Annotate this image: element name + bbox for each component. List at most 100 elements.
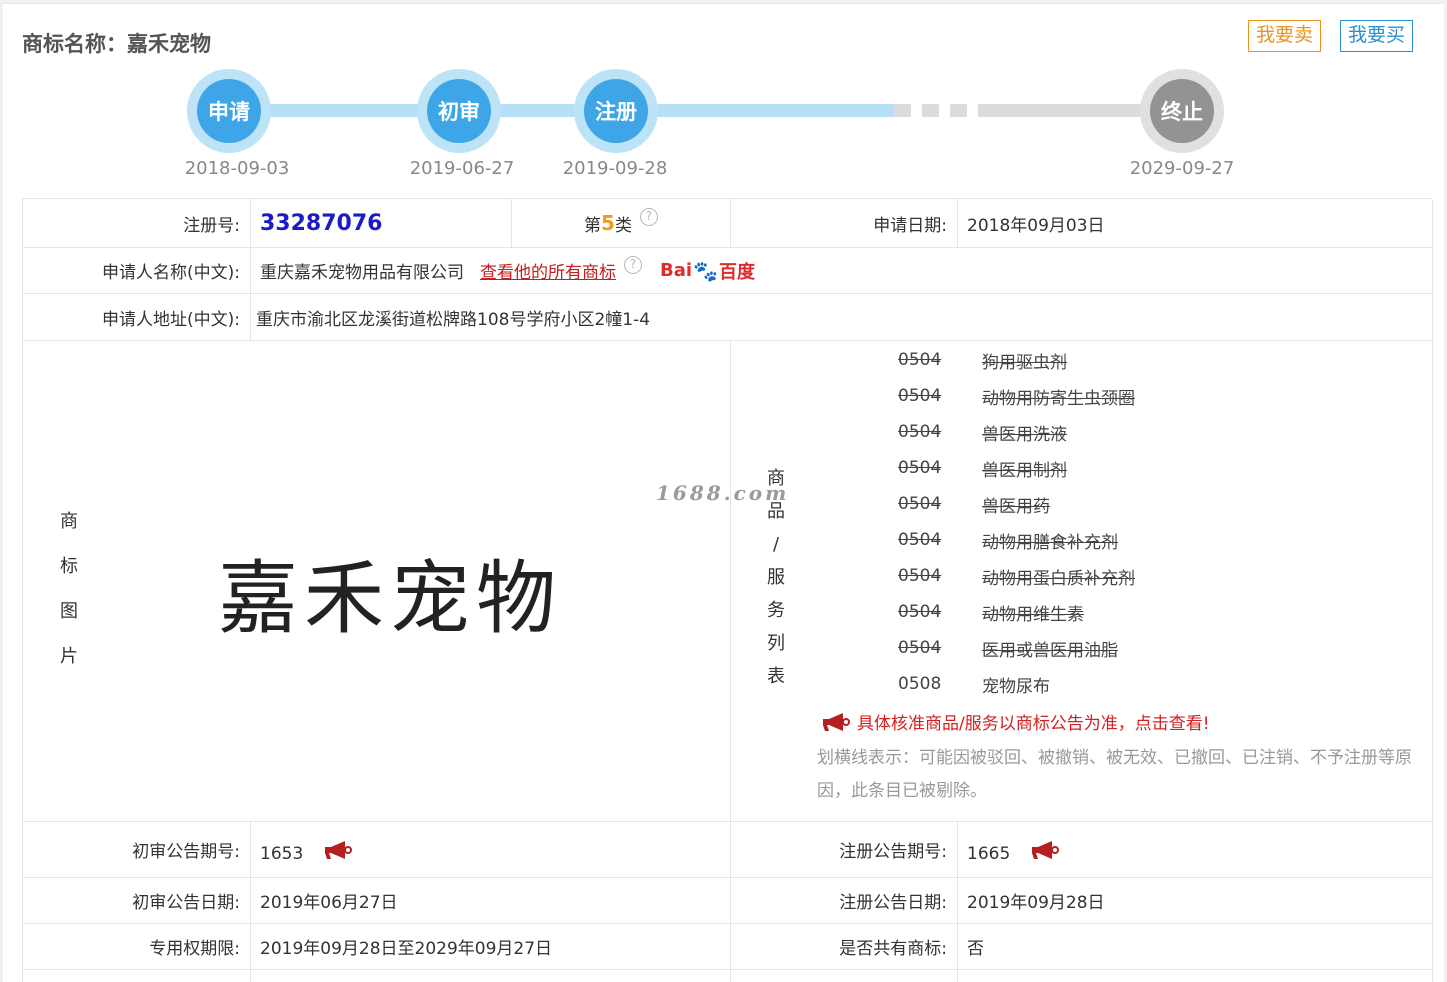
applicant-cell: 重庆嘉禾宠物用品有限公司 查看他的所有商标 ? Bai 🐾 百度 <box>251 248 1433 294</box>
list-item: 0504 狗用驱虫剂 <box>898 342 1135 378</box>
reg-no-cell: 33287076 <box>251 199 512 248</box>
goods-code: 0504 <box>898 422 942 442</box>
list-item: 0504 兽医用制剂 <box>898 450 1135 486</box>
trademark-info-table: 注册号: 33287076 第 5 类? 申请日期: 2018年09月03日 申请人… <box>22 198 1433 982</box>
goods-name: 动物用维生素 <box>982 604 1084 625</box>
goods-name: 兽医用药 <box>982 496 1050 517</box>
buy-button[interactable]: 我要买 <box>1340 20 1414 52</box>
class-number: 5 <box>601 211 615 235</box>
shared-value: 否 <box>958 924 1433 970</box>
timeline-dash <box>894 104 911 117</box>
table-row-partial <box>958 970 1433 982</box>
goods-section-label: 商 品 / 服 务 列 表 <box>766 462 786 693</box>
goods-label-char: 列 <box>767 633 785 654</box>
list-item: 0504 动物用膳食补充剂 <box>898 522 1135 558</box>
list-item: 0504 医用或兽医用油脂 <box>898 630 1135 666</box>
timeline-node-label: 初审 <box>427 79 491 143</box>
prelim-no-value: 1653 <box>260 843 304 864</box>
class-cell: 第 5 类? <box>512 199 731 248</box>
goods-code: 0504 <box>898 638 942 658</box>
list-item: 0504 动物用防寄生虫颈圈 <box>898 378 1135 414</box>
timeline-date-apply: 2018-09-03 <box>184 158 290 179</box>
list-item: 0504 兽医用洗液 <box>898 414 1135 450</box>
apply-date-label: 申请日期: <box>731 199 958 248</box>
reg-ann-no-label: 注册公告期号: <box>731 822 958 878</box>
goods-list: 0504 狗用驱虫剂 0504 动物用防寄生虫颈圈 0504 兽医用洗液 0504 兽医… <box>898 342 1135 702</box>
goods-code: 0504 <box>898 566 942 586</box>
megaphone-icon <box>823 712 850 731</box>
list-item: 0504 动物用维生素 <box>898 594 1135 630</box>
address-value: 重庆市渝北区龙溪街道松牌路108号学府小区2幢1-4 <box>251 294 1433 341</box>
goods-name: 兽医用洗液 <box>982 424 1067 445</box>
image-label-char: 商 <box>60 511 78 532</box>
excl-period-label: 专用权期限: <box>23 924 251 970</box>
strike-note: 划横线表示：可能因被驳回、被撤销、被无效、已撤回、已注销、不予注册等原因，此条目… <box>817 748 1412 801</box>
trademark-logo-image: 嘉禾宠物 <box>218 552 562 645</box>
prelim-no-label: 初审公告期号: <box>23 822 251 878</box>
goods-code: 0504 <box>898 494 942 514</box>
help-icon[interactable]: ? <box>624 255 642 274</box>
goods-code: 0504 <box>898 530 942 550</box>
timeline-node-label: 申请 <box>197 79 261 143</box>
prelim-date-value: 2019年06月27日 <box>251 878 731 924</box>
goods-name: 动物用防寄生虫颈圈 <box>982 388 1135 409</box>
goods-name: 医用或兽医用油脂 <box>982 640 1118 661</box>
reg-ann-no-value: 1665 <box>967 843 1011 864</box>
goods-name: 动物用膳食补充剂 <box>982 532 1118 553</box>
page-title: 商标名称：嘉禾宠物 <box>22 32 211 56</box>
goods-name: 宠物尿布 <box>982 676 1050 697</box>
goods-label-char: 表 <box>767 666 785 687</box>
applicant-label: 申请人名称(中文): <box>23 248 251 294</box>
goods-label-char: 品 <box>767 501 785 522</box>
goods-label-char: 务 <box>767 600 785 621</box>
image-label-char: 片 <box>60 646 78 667</box>
image-label-char: 标 <box>60 556 78 577</box>
megaphone-icon[interactable] <box>323 839 353 861</box>
baidu-search-link[interactable]: Bai 🐾 百度 <box>660 258 755 284</box>
goods-name: 兽医用制剂 <box>982 460 1067 481</box>
reg-ann-date-label: 注册公告日期: <box>731 878 958 924</box>
goods-label-char: 商 <box>767 468 785 489</box>
timeline-date-prelim: 2019-06-27 <box>409 158 515 179</box>
timeline-dash <box>950 104 967 117</box>
apply-date-value: 2018年09月03日 <box>958 199 1433 248</box>
goods-code: 0504 <box>898 602 942 622</box>
baidu-paw-icon: 🐾 <box>693 258 718 283</box>
image-section-label: 商 标 图 片 <box>59 499 79 679</box>
timeline-dash <box>922 104 939 117</box>
sell-button[interactable]: 我要卖 <box>1248 20 1322 52</box>
timeline-node-expire: 终止 <box>1140 69 1224 153</box>
help-icon[interactable]: ? <box>639 208 658 226</box>
view-all-trademarks-link[interactable]: 查看他的所有商标 <box>480 258 616 283</box>
goods-label-char: / <box>772 534 780 555</box>
goods-notice-link[interactable]: 具体核准商品/服务以商标公告为准，点击查看! <box>821 709 1210 734</box>
list-item: 0504 兽医用药 <box>898 486 1135 522</box>
goods-code: 0504 <box>898 458 942 478</box>
timeline-date-register: 2019-09-28 <box>562 158 668 179</box>
list-item: 0504 动物用蛋白质补充剂 <box>898 558 1135 594</box>
goods-label-char: 服 <box>767 567 785 588</box>
applicant-value: 重庆嘉禾宠物用品有限公司 <box>260 263 464 283</box>
timeline-date-expire: 2029-09-27 <box>1129 158 1235 179</box>
timeline-node-label: 终止 <box>1150 79 1214 143</box>
reg-ann-no-cell: 1665 <box>958 822 1433 878</box>
excl-period-value: 2019年09月28日至2029年09月27日 <box>251 924 731 970</box>
reg-ann-date-value: 2019年09月28日 <box>958 878 1433 924</box>
reg-no-label: 注册号: <box>23 199 251 248</box>
table-row-partial <box>251 970 731 982</box>
image-label-char: 图 <box>60 601 78 622</box>
megaphone-icon[interactable] <box>1030 839 1060 861</box>
timeline-node-prelim: 初审 <box>417 69 501 153</box>
prelim-date-label: 初审公告日期: <box>23 878 251 924</box>
baidu-logo-text-cn: 百度 <box>718 261 755 283</box>
address-label: 申请人地址(中文): <box>23 294 251 341</box>
goods-name: 狗用驱虫剂 <box>982 352 1067 373</box>
class-prefix: 第 <box>584 215 602 236</box>
table-row-partial <box>23 970 251 982</box>
goods-code: 0504 <box>898 350 942 370</box>
reg-no-value: 33287076 <box>260 210 383 236</box>
timeline-node-register: 注册 <box>574 69 658 153</box>
class-suffix: 类 <box>614 215 632 236</box>
timeline-progress-bar <box>229 104 894 117</box>
timeline-node-label: 注册 <box>584 79 648 143</box>
